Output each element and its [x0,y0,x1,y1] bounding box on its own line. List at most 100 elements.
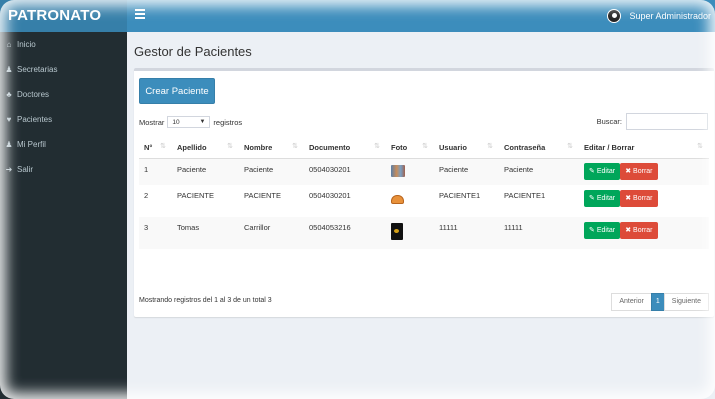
cell-nombre: PACIENTE [244,191,281,200]
cell-number: 2 [144,191,149,200]
profile-icon: ♟ [5,140,13,149]
cell-actions: ✎ Editar ✖ Borrar [579,185,709,217]
cell-documento: 0504053216 [309,223,351,232]
table-row: 2 PACIENTE PACIENTE 0504030201 PACIENTE1… [139,185,709,217]
sidebar-item-label: Doctores [17,90,50,99]
sidebar: ⌂ Inicio ♟ Secretarias ♣ Doctores ♥ Paci… [0,32,127,399]
cell-contrasena: 11111 [504,223,523,232]
column-header-editar-borrar[interactable]: Editar / Borrar ⇅ [579,137,709,159]
cell-apellido: Paciente [177,164,207,174]
sort-icon: ⇅ [567,143,573,150]
cell-apellido: PACIENTE [177,191,214,200]
column-header-documento[interactable]: Documento ⇅ [304,137,386,159]
user-icon: ♟ [5,65,13,74]
length-value: 10 [172,118,180,126]
cell-usuario: PACIENTE1 [439,191,481,200]
sidebar-item-salir[interactable]: ➜ Salir [0,157,127,182]
cell-foto [386,217,434,249]
pagination-prev[interactable]: Anterior [611,293,652,311]
times-icon: ✖ [625,167,632,175]
pagination: Anterior 1 Siguiente [611,293,709,311]
sort-icon: ⇅ [227,143,233,150]
chevron-down-icon: ▼ [199,119,206,125]
cell-usuario: 11111 [439,223,458,232]
doctor-icon: ♣ [6,90,12,99]
search-label: Buscar: [596,117,622,126]
sidebar-item-label: Mi Perfil [17,140,46,149]
table-row: 3 Tomas Carrillor 0504053216 11111 11111… [139,217,709,249]
edit-button[interactable]: ✎ Editar [584,190,621,207]
sort-icon: ⇅ [697,143,703,150]
patient-photo [391,223,403,240]
cell-foto [386,158,434,185]
patient-photo [391,195,404,204]
sign-out-icon: ➜ [5,165,13,174]
search-area: Buscar: [597,113,708,130]
pagination-page-1[interactable]: 1 [650,293,665,311]
cell-actions: ✎ Editar ✖ Borrar [579,217,709,249]
pencil-icon: ✎ [589,195,595,202]
column-header-foto[interactable]: Foto ⇅ [386,137,434,159]
app-logo[interactable]: PATRONATO [0,0,127,32]
column-header-number[interactable]: N° ⇅ [139,137,172,159]
sidebar-item-label: Secretarias [17,65,58,74]
cell-foto [386,185,434,217]
patients-table: N° ⇅ Apellido ⇅ Nombre ⇅ Documento ⇅ Foto ⇅ U… [139,137,709,249]
cell-nombre: Paciente [244,164,274,174]
cell-documento: 0504030201 [309,191,351,200]
sidebar-item-doctores[interactable]: ♣ Doctores [0,82,127,107]
sidebar-item-pacientes[interactable]: ♥ Pacientes [0,107,127,132]
sort-icon: ⇅ [487,143,493,150]
sort-icon: ⇅ [374,143,380,150]
user-menu[interactable]: Super Administrador [607,0,711,32]
app-frame: PATRONATO Super Administrador ⌂ Inicio ♟… [0,0,715,399]
user-name: Super Administrador [629,11,711,21]
pencil-icon: ✎ [589,167,595,175]
times-icon: ✖ [625,195,632,202]
cell-contrasena: PACIENTE1 [504,191,546,200]
cell-nombre: Carrillor [244,223,271,232]
delete-button[interactable]: ✖ Borrar [620,222,658,239]
length-selector: Mostrar 10 ▼ registros [139,116,242,128]
cell-number: 3 [144,223,149,232]
edit-button[interactable]: ✎ Editar [584,222,621,239]
column-header-contrasena[interactable]: Contraseña ⇅ [499,137,579,159]
column-header-apellido[interactable]: Apellido ⇅ [172,137,239,159]
edit-button[interactable]: ✎ Editar [584,162,621,180]
menu-toggle-icon[interactable] [135,9,145,21]
cell-apellido: Tomas [177,223,200,232]
pagination-next[interactable]: Siguiente [663,293,709,311]
sort-icon: ⇅ [160,143,166,150]
times-icon: ✖ [625,227,632,234]
pencil-icon: ✎ [589,227,595,234]
sidebar-item-label: Inicio [17,40,36,49]
content-wrapper: Gestor de Pacientes Crear Paciente Mostr… [127,32,715,399]
search-input[interactable] [626,113,708,130]
length-select[interactable]: 10 ▼ [167,116,211,128]
delete-button[interactable]: ✖ Borrar [620,162,658,180]
sidebar-item-label: Pacientes [17,115,53,124]
table-info: Mostrando registros del 1 al 3 de un tot… [139,297,272,304]
cell-documento: 0504030201 [309,164,351,174]
avatar [607,9,622,23]
create-patient-button[interactable]: Crear Paciente [139,78,215,104]
sidebar-item-secretarias[interactable]: ♟ Secretarias [0,57,127,82]
column-header-usuario[interactable]: Usuario ⇅ [434,137,499,159]
users-icon: ♥ [6,115,12,124]
sidebar-item-label: Salir [17,165,34,174]
sort-icon: ⇅ [292,143,298,150]
cell-number: 1 [144,164,149,174]
sidebar-item-inicio[interactable]: ⌂ Inicio [0,32,127,57]
length-suffix: registros [213,117,243,127]
cell-actions: ✎ Editar ✖ Borrar [579,158,709,185]
top-navbar: Super Administrador [127,0,715,32]
length-prefix: Mostrar [139,117,165,127]
page-title: Gestor de Pacientes [134,44,252,59]
cell-contrasena: Paciente [504,164,534,174]
patients-box: Crear Paciente Mostrar 10 ▼ registros Bu… [134,68,714,317]
delete-button[interactable]: ✖ Borrar [620,190,658,207]
column-header-nombre[interactable]: Nombre ⇅ [239,137,304,159]
table-row: 1 Paciente Paciente 0504030201 Paciente … [139,158,709,185]
sidebar-item-mi-perfil[interactable]: ♟ Mi Perfil [0,132,127,157]
home-icon: ⌂ [6,40,12,49]
